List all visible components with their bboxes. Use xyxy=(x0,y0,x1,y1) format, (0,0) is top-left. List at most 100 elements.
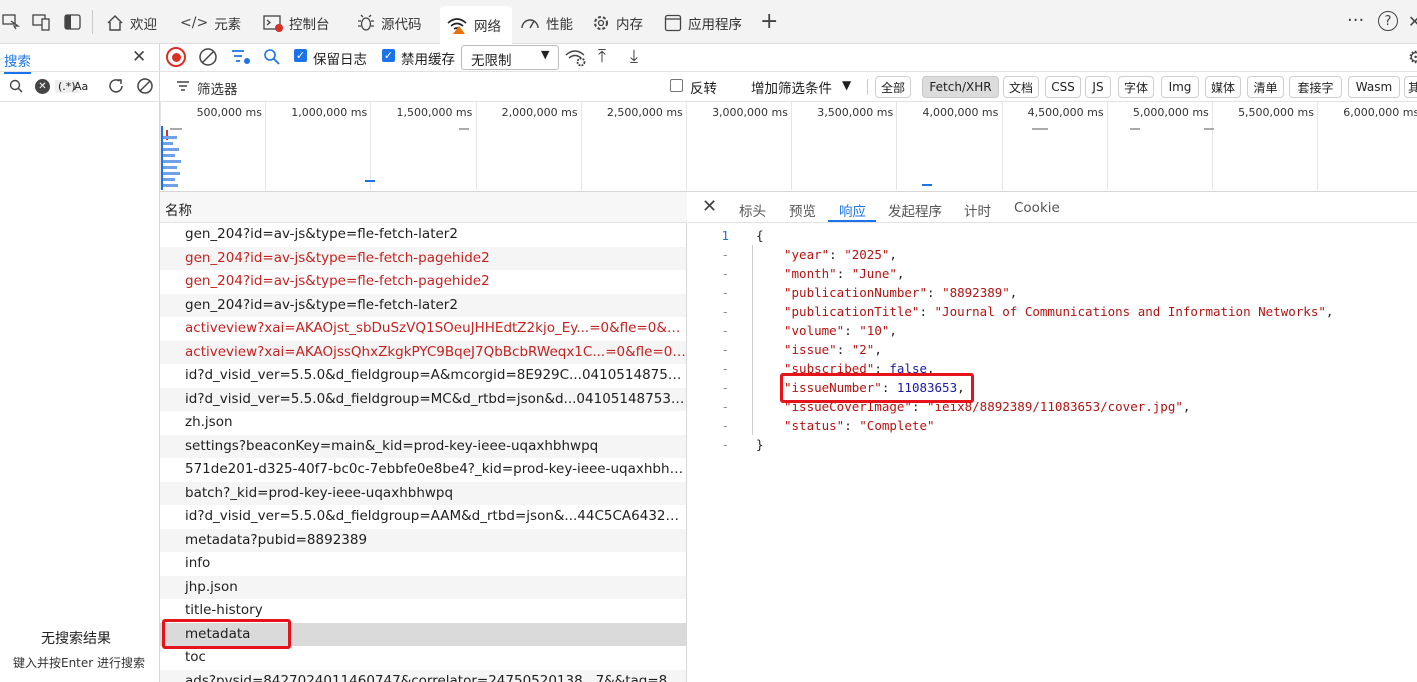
filter-type-button[interactable]: Fetch/XHR xyxy=(922,76,999,98)
clear-search-icon[interactable]: ✕ xyxy=(35,79,50,94)
code-line: 1{ xyxy=(688,226,1417,245)
tab-memory[interactable]: 内存 xyxy=(592,8,643,38)
more-icon[interactable]: ··· xyxy=(1347,10,1364,31)
line-number: - xyxy=(721,399,729,414)
throttle-select[interactable]: 无限制 ▼ xyxy=(461,45,559,70)
json-value: "June" xyxy=(851,266,897,281)
json-entry: "volume": "10", xyxy=(784,321,897,340)
filter-type-button[interactable]: 文档 xyxy=(1003,76,1039,98)
timeline-tick: 6,000,000 ms xyxy=(1317,102,1417,190)
request-row[interactable]: ads?pvsid=8427024011460747&correlator=24… xyxy=(160,669,686,682)
filter-input[interactable]: 筛选器 xyxy=(197,78,238,98)
more-filters-button[interactable]: 增加筛选条件 xyxy=(751,77,832,97)
request-row[interactable]: settings?beaconKey=main&_kid=prod-key-ie… xyxy=(160,434,686,458)
detail-tab[interactable]: 发起程序 xyxy=(888,200,942,220)
no-results-text: 无搜索结果 xyxy=(41,631,111,647)
request-row[interactable]: batch?_kid=prod-key-ieee-uqaxhbhwpq xyxy=(160,481,686,505)
filter-type-button[interactable]: 套接字 xyxy=(1289,76,1342,98)
search-tab[interactable]: 搜索 xyxy=(4,50,31,74)
sidebar-toggle-icon[interactable] xyxy=(64,13,82,31)
tab-network[interactable]: 网络 xyxy=(440,6,512,44)
filter-type-button[interactable]: 媒体 xyxy=(1205,76,1241,98)
request-row[interactable]: activeview?xai=AKAOjst_sbDuSzVQ1SOeuJHHE… xyxy=(160,317,686,341)
close-devtools-icon[interactable]: ✕ xyxy=(1408,12,1417,31)
json-comma: , xyxy=(1009,285,1018,300)
tab-welcome[interactable]: 欢迎 xyxy=(106,8,157,38)
line-number: - xyxy=(721,247,729,262)
filter-type-button[interactable]: 清单 xyxy=(1247,76,1284,98)
clear-results-icon[interactable] xyxy=(135,76,155,96)
name-column-header[interactable]: 名称 xyxy=(160,192,687,223)
detail-tab[interactable]: 计时 xyxy=(964,200,991,220)
request-row[interactable]: gen_204?id=av-js&type=fle-fetch-pagehide… xyxy=(160,246,686,270)
request-row[interactable]: jhp.json xyxy=(160,575,686,599)
close-search-icon[interactable]: ✕ xyxy=(132,47,146,67)
request-row[interactable]: id?d_visid_ver=5.5.0&d_fieldgroup=AAM&d_… xyxy=(160,505,686,529)
json-comma: , xyxy=(1325,304,1334,319)
case-toggle[interactable]: Aa xyxy=(74,80,88,93)
preserve-log-checkbox[interactable]: ✓ xyxy=(294,49,307,62)
export-har-icon[interactable]: ⤓ xyxy=(630,46,638,67)
disable-cache-checkbox[interactable]: ✓ xyxy=(382,49,395,62)
line-number: - xyxy=(721,380,729,395)
settings-gear-icon[interactable]: ⚙ xyxy=(1408,48,1417,68)
tab-application[interactable]: 应用程序 xyxy=(664,8,742,38)
timeline-tick: 2,500,000 ms xyxy=(580,102,686,190)
request-row[interactable]: info xyxy=(160,552,686,576)
device-emulation-icon[interactable] xyxy=(32,13,52,31)
tab-elements[interactable]: </> 元素 xyxy=(180,8,241,38)
filter-type-button[interactable]: 字体 xyxy=(1118,76,1154,98)
filter-toggle-icon[interactable] xyxy=(230,47,252,67)
filter-type-button[interactable]: Img xyxy=(1161,76,1199,98)
detail-tab[interactable]: 标头 xyxy=(739,200,766,220)
request-row[interactable]: metadata?pubid=8892389 xyxy=(160,528,686,552)
search-network-icon[interactable] xyxy=(263,48,281,66)
invert-checkbox[interactable] xyxy=(670,79,683,92)
timeline-tick-label: 4,500,000 ms xyxy=(1027,106,1104,119)
request-row[interactable]: toc xyxy=(160,646,686,670)
timeline-activity-bars xyxy=(160,126,181,190)
record-icon[interactable] xyxy=(166,47,186,67)
filter-type-button[interactable]: JS xyxy=(1085,76,1111,98)
invert-label: 反转 xyxy=(690,81,717,97)
help-icon[interactable]: ? xyxy=(1378,11,1398,31)
filter-type-button[interactable]: 其 xyxy=(1404,76,1417,98)
detail-tab[interactable]: Cookie xyxy=(1014,200,1060,216)
inspect-icon[interactable] xyxy=(2,14,20,30)
preserve-log-label: 保留日志 xyxy=(313,52,367,68)
request-row[interactable]: activeview?xai=AKAOjssQhxZkgkPYC9BqeJ7Qb… xyxy=(160,340,686,364)
request-row[interactable]: id?d_visid_ver=5.5.0&d_fieldgroup=MC&d_r… xyxy=(160,387,686,411)
timeline-tick-label: 4,000,000 ms xyxy=(922,106,999,119)
tab-sources[interactable]: 源代码 xyxy=(357,8,422,38)
clear-icon[interactable] xyxy=(198,47,218,67)
close-detail-icon[interactable]: ✕ xyxy=(702,196,717,217)
tab-label: 欢迎 xyxy=(130,17,157,33)
filter-type-button[interactable]: 全部 xyxy=(875,76,911,98)
detail-tab[interactable]: 响应 xyxy=(839,200,866,220)
network-conditions-icon[interactable] xyxy=(565,47,587,67)
request-row[interactable]: gen_204?id=av-js&type=fle-fetch-pagehide… xyxy=(160,270,686,294)
active-tab-indicator xyxy=(828,220,876,222)
json-key: "issue" xyxy=(784,342,837,357)
json-colon: : xyxy=(836,266,852,281)
json-value: "Journal of Communications and Informati… xyxy=(934,304,1326,319)
json-entry: "issue": "2", xyxy=(784,340,882,359)
request-row[interactable]: gen_204?id=av-js&type=fle-fetch-later2 xyxy=(160,293,686,317)
tab-performance[interactable]: 性能 xyxy=(520,8,573,38)
request-row[interactable]: zh.json xyxy=(160,411,686,435)
add-tab-icon[interactable]: + xyxy=(760,11,778,33)
request-row[interactable]: id?d_visid_ver=5.5.0&d_fieldgroup=A&mcor… xyxy=(160,364,686,388)
timeline-tick-label: 3,000,000 ms xyxy=(712,106,788,119)
column-label: 名称 xyxy=(165,203,192,219)
line-number: - xyxy=(721,304,729,319)
filter-type-button[interactable]: Wasm xyxy=(1348,76,1400,98)
tab-label: 网络 xyxy=(474,19,501,35)
import-har-icon[interactable]: ⤒ xyxy=(598,46,606,67)
filter-type-button[interactable]: CSS xyxy=(1045,76,1081,98)
timeline-tick-label: 3,500,000 ms xyxy=(817,106,894,119)
request-row[interactable]: gen_204?id=av-js&type=fle-fetch-later2 xyxy=(160,223,686,247)
refresh-icon[interactable] xyxy=(106,76,126,96)
detail-tab[interactable]: 预览 xyxy=(789,200,816,220)
request-row[interactable]: 571de201-d325-40f7-bc0c-7ebbfe0e8be4?_ki… xyxy=(160,458,686,482)
tab-console[interactable]: 控制台 xyxy=(263,8,330,38)
